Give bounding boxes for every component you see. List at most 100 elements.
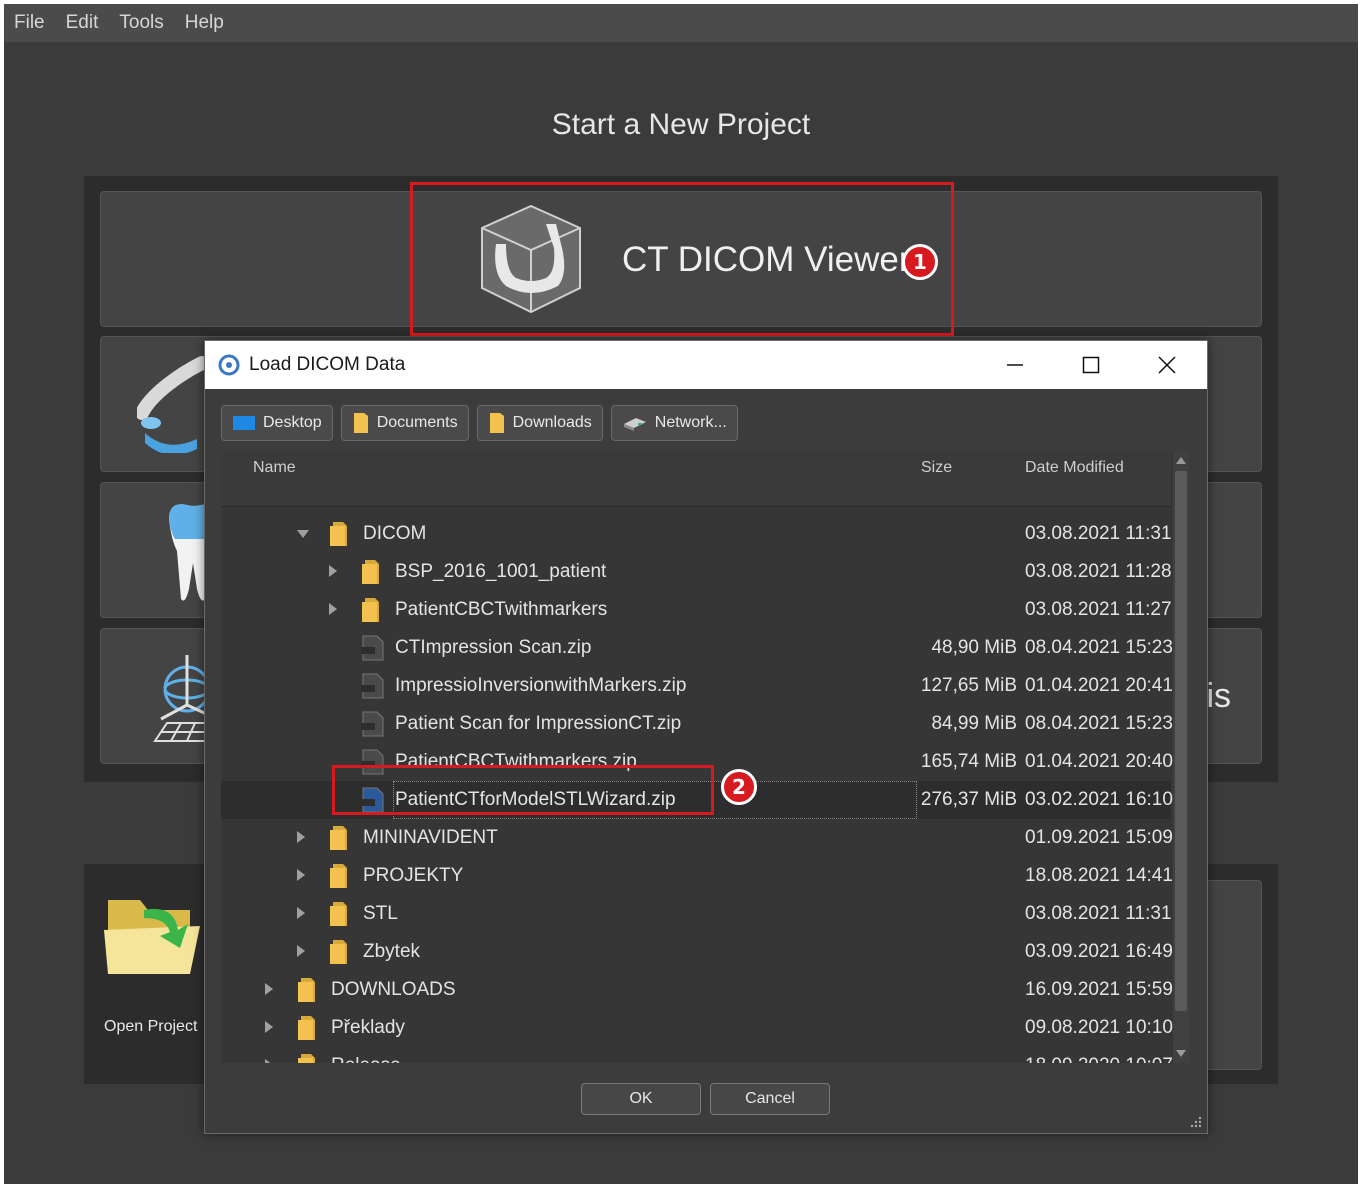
- file-row[interactable]: ImpressioInversionwithMarkers.zip 127,65 …: [221, 667, 1173, 705]
- scroll-down-icon: [1176, 1050, 1186, 1057]
- folder-icon: [330, 940, 347, 964]
- tile-partial-text: is: [1206, 677, 1231, 715]
- resize-grip-icon[interactable]: [1189, 1115, 1203, 1129]
- file-date-modified: 18.09.2020 10:07: [1025, 1055, 1173, 1063]
- place-documents[interactable]: Documents: [340, 405, 469, 441]
- menu-file[interactable]: File: [14, 12, 45, 34]
- folder-icon: [298, 1016, 315, 1040]
- file-date-modified: 01.04.2021 20:40: [1025, 751, 1173, 772]
- file-row[interactable]: Patient Scan for ImpressionCT.zip 84,99 M…: [221, 705, 1173, 743]
- file-row[interactable]: CTImpression Scan.zip 48,90 MiB 08.04.2021…: [221, 629, 1173, 667]
- folder-row[interactable]: MININAVIDENT 01.09.2021 15:09: [221, 819, 1173, 857]
- menu-edit[interactable]: Edit: [66, 12, 99, 34]
- file-size: 127,65 MiB: [920, 675, 1017, 696]
- column-header-date[interactable]: Date Modified: [1025, 459, 1124, 477]
- scroll-up-icon: [1176, 457, 1186, 464]
- folder-icon: [330, 864, 347, 888]
- file-date-modified: 03.08.2021 11:31: [1025, 523, 1172, 544]
- file-date-modified: 03.08.2021 11:28: [1025, 561, 1172, 582]
- collapse-arrow-icon[interactable]: [265, 1059, 273, 1063]
- file-name: BSP_2016_1001_patient: [395, 561, 607, 582]
- vertical-scrollbar[interactable]: [1173, 451, 1189, 1063]
- page-title: Start a New Project: [551, 108, 811, 141]
- folder-row[interactable]: DICOM 03.08.2021 11:31: [221, 515, 1172, 553]
- place-documents-label: Documents: [376, 414, 458, 431]
- open-folder-icon[interactable]: [104, 890, 204, 980]
- file-name: Překlady: [331, 1017, 405, 1038]
- folder-row[interactable]: PROJEKTY 18.08.2021 14:41: [221, 857, 1173, 895]
- intraoral-scanner-icon: [137, 356, 207, 453]
- folder-icon: [362, 598, 379, 622]
- folder-row[interactable]: BSP_2016_1001_patient 03.08.2021 11:28: [221, 553, 1172, 591]
- folder-icon: [489, 413, 504, 433]
- desktop-icon: [233, 416, 255, 430]
- file-date-modified: 08.04.2021 15:23: [1025, 637, 1173, 658]
- file-list: Name Size Date Modified DICOM 03.08.2021 …: [221, 451, 1189, 1063]
- folder-icon: [298, 1054, 315, 1063]
- place-network[interactable]: Network...: [610, 405, 738, 441]
- file-name: CTImpression Scan.zip: [395, 637, 592, 658]
- ct-cube-jaw-icon: [481, 204, 581, 314]
- open-project-label[interactable]: Open Project: [104, 1018, 197, 1036]
- folder-row[interactable]: Release 18.09.2020 10:07: [221, 1047, 1173, 1063]
- file-size: 165,74 MiB: [920, 751, 1017, 772]
- app-logo-icon: [218, 354, 240, 376]
- place-desktop-label: Desktop: [263, 414, 322, 431]
- minimize-icon: [1007, 364, 1023, 366]
- collapse-arrow-icon[interactable]: [297, 907, 305, 919]
- folder-row[interactable]: PatientCBCTwithmarkers 03.08.2021 11:27: [221, 591, 1172, 629]
- collapse-arrow-icon[interactable]: [297, 831, 305, 843]
- folder-row[interactable]: Překlady 09.08.2021 10:10: [221, 1009, 1173, 1047]
- folder-icon: [353, 413, 368, 433]
- file-date-modified: 03.02.2021 16:10: [1025, 789, 1173, 810]
- collapse-arrow-icon[interactable]: [329, 603, 337, 615]
- maximize-icon: [1082, 356, 1100, 374]
- place-network-label: Network...: [654, 414, 727, 431]
- file-date-modified: 16.09.2021 15:59: [1025, 979, 1173, 1000]
- file-name: Zbytek: [363, 941, 421, 962]
- collapse-arrow-icon[interactable]: [297, 945, 305, 957]
- place-desktop[interactable]: Desktop: [221, 405, 333, 441]
- folder-icon: [298, 978, 315, 1002]
- expand-arrow-icon[interactable]: [297, 530, 309, 538]
- ct-dicom-viewer-label: CT DICOM Viewer: [622, 240, 911, 279]
- collapse-arrow-icon[interactable]: [265, 1021, 273, 1033]
- file-name: Release: [331, 1055, 401, 1063]
- folder-row[interactable]: Zbytek 03.09.2021 16:49: [221, 933, 1173, 971]
- collapse-arrow-icon[interactable]: [265, 983, 273, 995]
- place-downloads[interactable]: Downloads: [476, 405, 603, 441]
- collapse-arrow-icon[interactable]: [297, 869, 305, 881]
- file-date-modified: 03.08.2021 11:27: [1025, 599, 1172, 620]
- ok-button[interactable]: OK: [581, 1083, 701, 1115]
- maximize-button[interactable]: [1053, 341, 1129, 389]
- list-header: Name Size Date Modified: [221, 451, 1171, 507]
- network-drive-icon: [623, 418, 646, 431]
- cancel-button[interactable]: Cancel: [710, 1083, 830, 1115]
- close-button[interactable]: [1129, 341, 1205, 389]
- file-date-modified: 01.09.2021 15:09: [1025, 827, 1173, 848]
- menu-bar: File Edit Tools Help: [4, 4, 1358, 42]
- dialog-titlebar: Load DICOM Data: [205, 341, 1207, 389]
- folder-row[interactable]: STL 03.08.2021 11:31: [221, 895, 1172, 933]
- minimize-button[interactable]: [977, 341, 1053, 389]
- menu-help[interactable]: Help: [185, 12, 224, 34]
- file-size: 84,99 MiB: [931, 713, 1017, 734]
- step-badge-2: 2: [721, 769, 757, 805]
- scrollbar-thumb[interactable]: [1175, 471, 1187, 1011]
- file-name: MININAVIDENT: [363, 827, 498, 848]
- collapse-arrow-icon[interactable]: [329, 565, 337, 577]
- folder-icon: [330, 902, 347, 926]
- file-name: ImpressioInversionwithMarkers.zip: [395, 675, 687, 696]
- zip-file-icon: [361, 711, 384, 737]
- column-header-size[interactable]: Size: [921, 459, 952, 477]
- place-downloads-label: Downloads: [512, 414, 592, 431]
- file-name: STL: [363, 903, 398, 924]
- column-header-name[interactable]: Name: [253, 459, 296, 477]
- file-name: DOWNLOADS: [331, 979, 456, 1000]
- file-name: Patient Scan for ImpressionCT.zip: [395, 713, 682, 734]
- file-date-modified: 03.08.2021 11:31: [1025, 903, 1172, 924]
- file-date-modified: 09.08.2021 10:10: [1025, 1017, 1173, 1038]
- menu-tools[interactable]: Tools: [119, 12, 163, 34]
- file-date-modified: 18.08.2021 14:41: [1025, 865, 1173, 886]
- folder-row[interactable]: DOWNLOADS 16.09.2021 15:59: [221, 971, 1173, 1009]
